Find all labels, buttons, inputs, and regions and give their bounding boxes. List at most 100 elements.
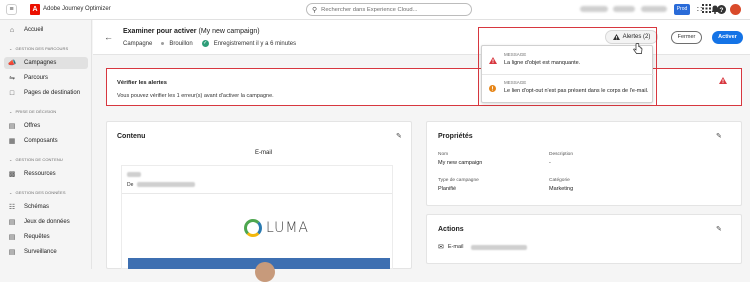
edit-pencil-icon[interactable]: ✎ — [716, 225, 722, 233]
status-badge: Brouillon — [169, 40, 193, 47]
org-switcher[interactable] — [580, 6, 608, 12]
luma-brand: LUMA — [266, 220, 310, 236]
prod-badge: Prod — [674, 4, 690, 15]
sidebar-item-schemas[interactable]: ☷ Schémas — [5, 201, 49, 213]
hero-avatar — [255, 262, 275, 282]
status-line: Campagne Brouillon ✓ Enregistrement il y… — [123, 40, 296, 47]
prop-label-type: Type de campagne — [438, 178, 479, 183]
email-tab[interactable]: E-mail — [255, 150, 272, 156]
activate-button[interactable]: Activer — [712, 31, 743, 44]
action-channel: E-mail — [447, 244, 464, 250]
megaphone-icon: 📣 — [7, 60, 17, 67]
offer-icon: ▤ — [8, 123, 16, 130]
sidebar-item-campaigns[interactable]: 📣 Campagnes — [4, 57, 88, 69]
sender-name — [127, 172, 141, 178]
prop-label-category: Catégorie — [549, 178, 570, 183]
section-data-management[interactable]: ⌄ GESTION DES DONNÉES — [9, 190, 66, 195]
from-line: De — [127, 182, 195, 188]
monitoring-icon: ▤ — [8, 249, 16, 256]
sidebar-item-label: Campagnes — [24, 60, 57, 66]
error-triangle-icon — [489, 57, 497, 66]
prop-value-description: - — [549, 160, 551, 166]
edit-pencil-icon[interactable]: ✎ — [396, 132, 402, 140]
alert-label: MESSAGE — [504, 80, 527, 85]
sidebar-item-label: Ressources — [24, 171, 56, 177]
warning-circle-icon — [489, 85, 496, 94]
section-journey-management[interactable]: ⌄ GESTION DES PARCOURS — [9, 46, 68, 51]
from-address — [136, 182, 195, 188]
top-bar: ≡ A Adobe Journey Optimizer ⚲ Rechercher… — [0, 0, 750, 20]
action-row-email[interactable]: ✉ E-mail — [438, 243, 528, 251]
alert-message: La ligne d'objet est manquante. — [504, 60, 581, 66]
campaign-type: Campagne — [123, 40, 153, 47]
assets-icon: ▩ — [8, 171, 16, 178]
sidebar-item-assets[interactable]: ▩ Ressources — [5, 168, 56, 180]
bell-icon[interactable] — [711, 5, 719, 17]
page-title: Examiner pour activer (My new campaign) — [123, 28, 260, 35]
query-icon: ▤ — [8, 234, 16, 241]
page-icon: □ — [9, 89, 15, 97]
svg-text:?: ? — [720, 7, 724, 14]
alert-item[interactable]: MESSAGE Le lien d'opt-out n'est pas prés… — [482, 75, 654, 102]
sidebar-item-landing-pages[interactable]: □ Pages de destination — [5, 87, 80, 99]
hand-cursor-icon — [633, 43, 643, 58]
properties-card: Propriétés ✎ Nom My new campaign Descrip… — [426, 121, 742, 206]
dataset-icon: ▤ — [8, 219, 16, 226]
sidebar-item-components[interactable]: ▦ Composants — [5, 135, 58, 147]
close-button[interactable]: Fermer — [671, 31, 702, 44]
sidebar-item-journeys[interactable]: ⇋ Parcours — [5, 72, 48, 84]
journey-icon: ⇋ — [9, 75, 15, 82]
edit-pencil-icon[interactable]: ✎ — [716, 132, 722, 140]
sidebar-item-label: Composants — [24, 138, 58, 144]
sidebar-item-home[interactable]: ⌂ Accueil — [5, 24, 43, 36]
alert-message: Le lien d'opt-out n'est pas présent dans… — [504, 88, 649, 94]
search-icon: ⚲ — [312, 6, 318, 14]
alert-label: MESSAGE — [504, 52, 527, 57]
apps-grid-icon[interactable] — [702, 4, 711, 16]
sandbox-switcher[interactable] — [613, 6, 635, 12]
content-title: Contenu — [117, 133, 146, 140]
search-input[interactable]: ⚲ Rechercher dans Experience Cloud... — [306, 3, 472, 16]
sidebar-item-offers[interactable]: ▤ Offres — [5, 120, 41, 132]
search-placeholder: Rechercher dans Experience Cloud... — [321, 6, 418, 13]
luma-logo-icon — [244, 219, 262, 237]
back-arrow-icon[interactable]: ← — [104, 32, 113, 42]
verify-title: Vérifier les alertes — [117, 80, 167, 86]
chevron-down-icon: ⌄ — [9, 157, 13, 162]
chevron-down-icon: ⌄ — [9, 190, 13, 195]
sidebar-item-label: Pages de destination — [24, 90, 81, 96]
sidebar-item-label: Jeux de données — [24, 219, 70, 225]
prop-value-type: Planifié — [438, 186, 457, 192]
avatar[interactable] — [730, 4, 741, 15]
title-text: Examiner pour activer — [123, 28, 197, 35]
properties-title: Propriétés — [438, 133, 473, 140]
sidebar-item-monitoring[interactable]: ▤ Surveillance — [5, 246, 57, 258]
sidebar-item-label: Schémas — [24, 204, 50, 210]
section-decisioning[interactable]: ⌄ PRISE DE DÉCISION — [9, 109, 56, 114]
actions-card: Actions ✎ ✉ E-mail — [426, 214, 742, 264]
chevron-down-icon: ⌄ — [9, 109, 13, 114]
adobe-logo-icon[interactable]: A — [30, 4, 40, 15]
sidebar: ⌂ Accueil ⌄ GESTION DES PARCOURS 📣 Campag… — [0, 20, 92, 269]
menu-icon[interactable]: ≡ — [6, 4, 17, 15]
sidebar-item-queries[interactable]: ▤ Requêtes — [5, 231, 50, 243]
alert-item[interactable]: MESSAGE La ligne d'objet est manquante. — [482, 47, 654, 74]
verify-text: Vous pouvez vérifier les 1 erreur(s) ava… — [117, 93, 274, 99]
sidebar-item-label: Surveillance — [24, 249, 57, 255]
sandbox-name[interactable] — [641, 6, 667, 12]
section-content-management[interactable]: ⌄ GESTION DE CONTENU — [9, 157, 63, 162]
sidebar-item-datasets[interactable]: ▤ Jeux de données — [5, 216, 70, 228]
home-icon: ⌂ — [9, 26, 15, 34]
saved-status: Enregistrement il y a 6 minutes — [213, 40, 297, 47]
prop-value-category: Marketing — [549, 186, 574, 192]
warning-icon — [719, 77, 727, 86]
components-icon: ▦ — [8, 138, 16, 145]
status-dot-icon — [161, 42, 165, 45]
sidebar-item-label: Offres — [24, 123, 41, 129]
action-name — [471, 244, 528, 250]
prop-label-description: Description — [549, 152, 573, 157]
schema-icon: ☷ — [8, 204, 16, 211]
title-campaign: (My new campaign) — [198, 28, 260, 35]
from-label: De — [127, 182, 134, 188]
app-name[interactable]: Adobe Journey Optimizer — [43, 6, 111, 12]
